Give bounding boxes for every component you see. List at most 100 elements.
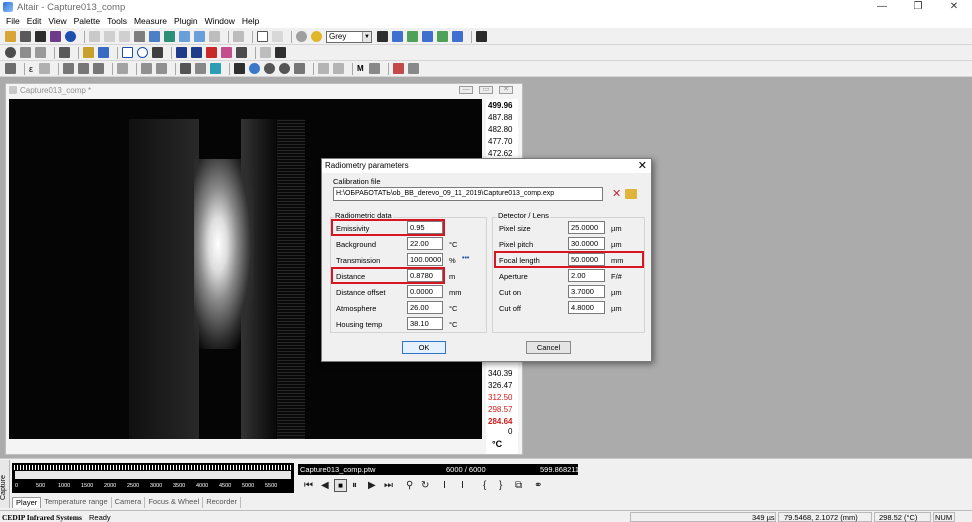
matrix-icon[interactable] — [191, 47, 202, 58]
range-down-icon[interactable] — [422, 31, 433, 42]
cut-on-field[interactable]: 3.7000 — [568, 285, 605, 298]
ellipse-tool-icon[interactable] — [137, 47, 148, 58]
pause-icon[interactable]: ⏸ — [352, 480, 357, 491]
cursor-icon[interactable]: Ⅰ — [443, 480, 446, 491]
epsilon-icon[interactable]: ε — [29, 64, 33, 74]
chart-icon[interactable] — [318, 63, 330, 74]
mirror-icon[interactable] — [156, 63, 168, 74]
globe-icon[interactable] — [249, 63, 261, 74]
tab-camera[interactable]: Camera — [112, 497, 146, 508]
timeline[interactable]: 0 500 1000 1500 2000 2500 3000 3500 4000… — [12, 463, 294, 493]
minimize-button[interactable]: — — [864, 0, 900, 14]
tab-recorder[interactable]: Recorder — [203, 497, 242, 508]
bpr-icon[interactable] — [78, 63, 90, 74]
focus-icon[interactable] — [279, 63, 291, 74]
m-icon[interactable]: M — [357, 64, 364, 73]
pan-icon[interactable] — [20, 47, 31, 58]
stop-icon[interactable]: ■ — [334, 479, 347, 492]
step-back-icon[interactable]: ◀ — [321, 480, 329, 491]
unit-icon[interactable] — [476, 31, 487, 42]
delete-icon[interactable] — [206, 47, 217, 58]
info-icon[interactable] — [65, 31, 76, 42]
histogram-icon[interactable] — [377, 31, 388, 42]
pixel-pitch-field[interactable]: 30.0000 — [568, 237, 605, 250]
link-icon[interactable]: ⚭ — [534, 480, 542, 491]
first-frame-icon[interactable]: ⏮ — [304, 480, 313, 491]
aperture-field[interactable]: 2.00 — [568, 269, 605, 282]
overflow-icon[interactable] — [407, 63, 419, 74]
tab-temperature-range[interactable]: Temperature range — [41, 497, 112, 508]
export-icon[interactable] — [149, 31, 160, 42]
filter-icon[interactable] — [5, 63, 16, 74]
copy-icon[interactable] — [104, 31, 115, 42]
menu-help[interactable]: Help — [242, 16, 259, 26]
image-minimize-button[interactable]: — — [459, 86, 473, 94]
menu-window[interactable]: Window — [205, 16, 235, 26]
transmission-more-button[interactable]: ••• — [462, 255, 469, 262]
profile-icon[interactable] — [152, 47, 163, 58]
camera-icon[interactable] — [20, 31, 31, 42]
tab-player[interactable]: Player — [12, 497, 42, 508]
nuc-icon[interactable] — [63, 63, 75, 74]
cut-off-field[interactable]: 4.8000 — [568, 301, 605, 314]
roi-icon[interactable] — [221, 47, 232, 58]
contrast-icon[interactable] — [195, 63, 207, 74]
background-field[interactable]: 22.00 — [407, 237, 443, 250]
rotate-icon[interactable] — [59, 47, 70, 58]
pixel-size-field[interactable]: 25.0000 — [568, 221, 605, 234]
image-close-button[interactable]: ✕ — [499, 86, 513, 94]
distance-offset-field[interactable]: 0.0000 — [407, 285, 443, 298]
range-up-icon[interactable] — [437, 31, 448, 42]
auto-range-icon[interactable] — [407, 31, 418, 42]
sequence-icon[interactable] — [294, 63, 306, 74]
calibration-icon[interactable] — [93, 63, 105, 74]
triangle-icon[interactable] — [180, 63, 192, 74]
record-icon[interactable] — [392, 63, 404, 74]
mosaic-icon[interactable] — [234, 63, 246, 74]
more-icon[interactable] — [368, 63, 380, 74]
last-frame-icon[interactable]: ⏭ — [384, 480, 393, 491]
save-icon[interactable] — [35, 31, 46, 42]
cut-icon[interactable] — [89, 31, 100, 42]
table-icon[interactable] — [176, 47, 187, 58]
window-icon[interactable] — [275, 47, 286, 58]
menu-measure[interactable]: Measure — [134, 16, 167, 26]
line-tool-icon[interactable] — [98, 47, 109, 58]
cancel-button[interactable]: Cancel — [526, 341, 571, 354]
select-icon[interactable] — [35, 47, 46, 58]
timeline-slider[interactable] — [15, 471, 291, 479]
transmission-field[interactable]: 100.0000 — [407, 253, 443, 266]
redo-icon[interactable] — [194, 31, 205, 42]
play-icon[interactable]: ▶ — [368, 480, 376, 491]
range-abc-icon[interactable] — [452, 31, 463, 42]
maximize-button[interactable]: ❐ — [900, 0, 936, 14]
grid-icon[interactable] — [209, 31, 220, 42]
color-icon[interactable] — [311, 31, 322, 42]
flip-icon[interactable] — [141, 63, 153, 74]
save-as-icon[interactable] — [50, 31, 61, 42]
scale-icon[interactable] — [392, 31, 403, 42]
range-icon[interactable]: ⧉ — [515, 480, 522, 491]
open-file-icon[interactable] — [625, 189, 637, 199]
menu-tools[interactable]: Tools — [107, 16, 127, 26]
help-icon[interactable] — [257, 31, 268, 42]
trigger-icon[interactable] — [117, 63, 129, 74]
set-start-icon[interactable]: Ⅰ — [461, 480, 464, 491]
print-icon[interactable] — [233, 31, 244, 42]
menu-edit[interactable]: Edit — [27, 16, 42, 26]
clear-file-icon[interactable]: ✕ — [612, 187, 621, 200]
menu-view[interactable]: View — [48, 16, 66, 26]
image-restore-button[interactable]: ▭ — [479, 86, 493, 94]
lens-icon[interactable] — [264, 63, 276, 74]
palette-tool-icon[interactable] — [296, 31, 307, 42]
menu-plugin[interactable]: Plugin — [174, 16, 198, 26]
process-icon[interactable] — [39, 63, 51, 74]
marker-icon[interactable]: ⚲ — [406, 480, 413, 491]
layers-icon[interactable] — [134, 31, 145, 42]
atmosphere-field[interactable]: 26.00 — [407, 301, 443, 314]
palette-select[interactable]: Grey ▼ — [326, 30, 372, 43]
open-folder-icon[interactable] — [5, 31, 16, 42]
point-tool-icon[interactable] — [83, 47, 94, 58]
undo-icon[interactable] — [179, 31, 190, 42]
snapshot-icon[interactable] — [164, 31, 175, 42]
